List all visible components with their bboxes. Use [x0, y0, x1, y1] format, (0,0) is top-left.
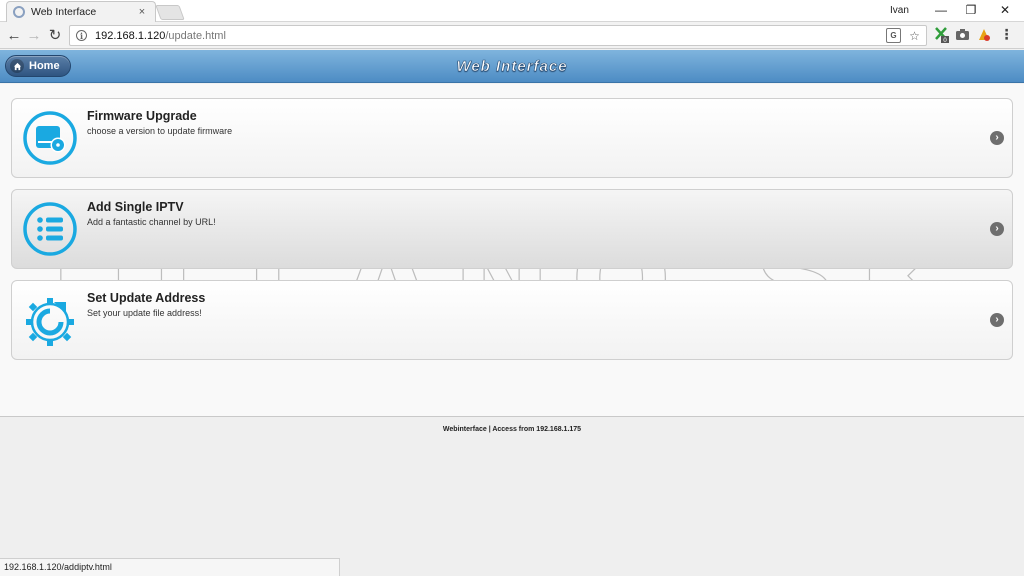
- close-window-icon[interactable]: ✕: [990, 0, 1020, 20]
- card-title: Set Update Address: [87, 291, 206, 305]
- url-path: /update.html: [165, 29, 226, 42]
- bookmark-star-icon[interactable]: ☆: [907, 28, 922, 43]
- extension-badge: 0: [943, 37, 947, 43]
- translate-icon[interactable]: G: [886, 28, 901, 43]
- card-title: Add Single IPTV: [87, 200, 184, 214]
- extension-download-icon[interactable]: 0: [932, 25, 949, 44]
- status-bar-url: 192.168.1.120/addiptv.html: [0, 558, 340, 576]
- profile-name[interactable]: Ivan: [884, 5, 915, 16]
- page-header: Home Web Interface: [0, 50, 1024, 83]
- set-update-address-card[interactable]: Set Update Address Set your update file …: [11, 280, 1013, 360]
- address-bar[interactable]: i 192.168.1.120 /update.html G ☆: [69, 25, 927, 46]
- card-description: Set your update file address!: [87, 308, 202, 318]
- menu-icon[interactable]: ⋮: [998, 25, 1015, 44]
- page-content: ELLANO.SK Firmware Upgrade choose a vers…: [0, 84, 1024, 416]
- chevron-right-icon: ›: [990, 222, 1004, 236]
- favicon-icon: [13, 6, 25, 18]
- chevron-right-icon: ›: [990, 313, 1004, 327]
- add-single-iptv-card[interactable]: Add Single IPTV Add a fantastic channel …: [11, 189, 1013, 269]
- back-icon[interactable]: ←: [4, 25, 24, 45]
- browser-tab[interactable]: Web Interface ×: [6, 1, 156, 22]
- extension-flag-icon[interactable]: [976, 25, 993, 44]
- firmware-icon: [23, 111, 77, 165]
- page-footer: Webinterface | Access from 192.168.1.175: [0, 416, 1024, 576]
- minimize-icon[interactable]: —: [926, 0, 956, 20]
- info-icon[interactable]: i: [76, 30, 87, 41]
- card-description: choose a version to update firmware: [87, 126, 233, 136]
- gear-refresh-icon: [26, 298, 74, 346]
- tab-close-icon[interactable]: ×: [135, 6, 149, 18]
- reload-icon[interactable]: ↻: [45, 25, 65, 45]
- card-description: Add a fantastic channel by URL!: [87, 217, 216, 227]
- firmware-upgrade-card[interactable]: Firmware Upgrade choose a version to upd…: [11, 98, 1013, 178]
- forward-icon[interactable]: →: [24, 25, 44, 45]
- camera-icon[interactable]: [954, 25, 971, 44]
- chevron-right-icon: ›: [990, 131, 1004, 145]
- new-tab-button[interactable]: [155, 5, 185, 20]
- tab-title: Web Interface: [31, 6, 97, 18]
- tab-strip: Web Interface × Ivan — ❐ ✕: [0, 0, 1024, 22]
- browser-toolbar: ← → ↻ i 192.168.1.120 /update.html G ☆ 0…: [0, 22, 1024, 49]
- card-title: Firmware Upgrade: [87, 109, 197, 123]
- page-title: Web Interface: [456, 58, 568, 76]
- list-icon: [23, 202, 77, 256]
- url-host: 192.168.1.120: [95, 29, 166, 42]
- restore-icon[interactable]: ❐: [956, 0, 986, 20]
- footer-text: Webinterface | Access from 192.168.1.175: [442, 426, 582, 433]
